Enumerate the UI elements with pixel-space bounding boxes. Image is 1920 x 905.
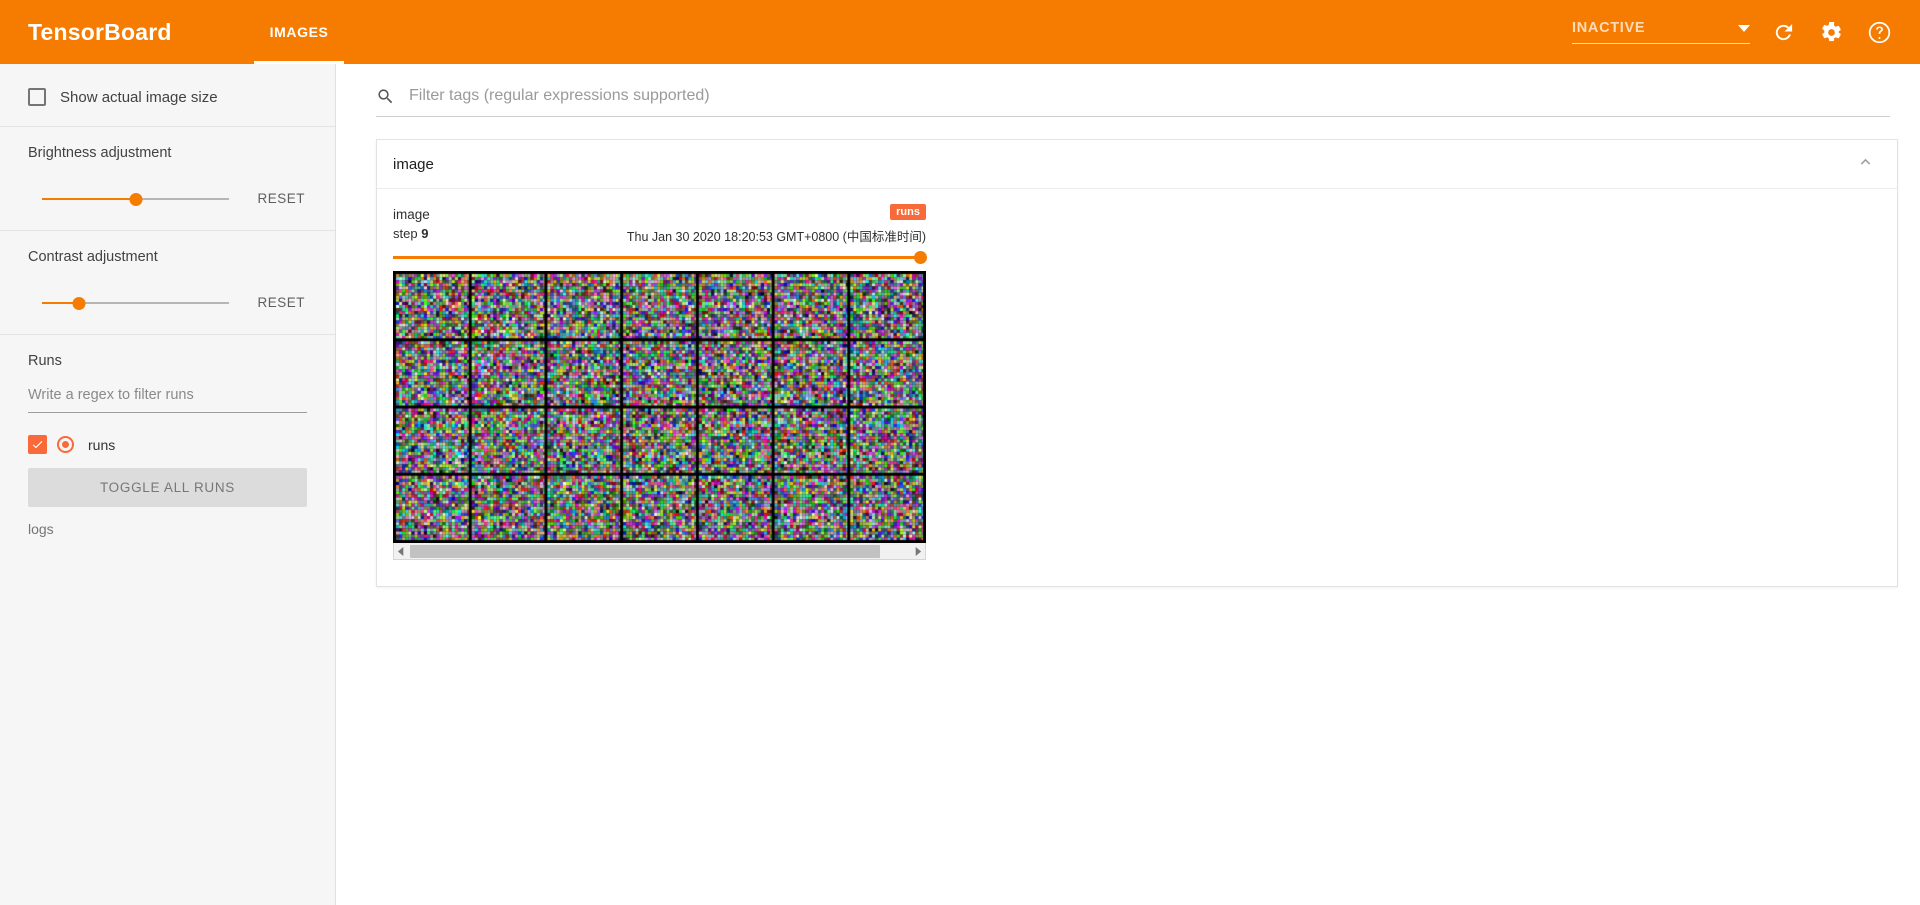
contrast-slider-thumb[interactable] xyxy=(72,296,86,310)
tag-filter-input[interactable] xyxy=(407,86,1890,106)
show-actual-image-size-toggle[interactable]: Show actual image size xyxy=(28,82,307,106)
settings-button[interactable] xyxy=(1816,17,1846,47)
step-word: step xyxy=(393,226,418,241)
brightness-reset-button[interactable]: RESET xyxy=(255,187,307,210)
search-icon xyxy=(378,88,393,103)
run-item-runs[interactable]: runs xyxy=(28,435,307,454)
image-step: step 9 xyxy=(393,226,428,241)
sidebar: Show actual image size Brightness adjust… xyxy=(0,64,336,905)
step-slider-track xyxy=(393,256,926,259)
header-actions: INACTIVE xyxy=(1572,17,1920,47)
gear-icon xyxy=(1821,21,1841,41)
tab-images-label: IMAGES xyxy=(269,24,329,40)
sidebar-section-contrast: Contrast adjustment RESET xyxy=(0,231,335,335)
checkbox-unchecked-icon xyxy=(28,88,46,106)
scroll-right-icon[interactable] xyxy=(910,546,925,556)
image-tile: image step 9 Thu Jan 30 2020 18:20:53 GM… xyxy=(393,204,927,560)
app-brand: TensorBoard xyxy=(28,18,172,45)
card-header[interactable]: image xyxy=(377,140,1897,189)
help-icon xyxy=(1868,21,1890,43)
chevron-up-icon[interactable] xyxy=(1856,152,1875,176)
chevron-down-icon xyxy=(1738,24,1750,32)
scrollbar-thumb[interactable] xyxy=(410,544,880,558)
contrast-slider[interactable] xyxy=(42,294,230,312)
tag-filter-bar xyxy=(376,86,1890,117)
run-item-label: runs xyxy=(88,436,116,453)
brightness-slider-thumb[interactable] xyxy=(129,192,143,206)
checkbox-checked-icon[interactable] xyxy=(28,435,47,454)
image-metadata: image step 9 Thu Jan 30 2020 18:20:53 GM… xyxy=(393,204,926,249)
app-header: TensorBoard IMAGES INACTIVE xyxy=(0,0,1920,64)
show-actual-image-size-label: Show actual image size xyxy=(60,88,218,106)
brightness-slider-row: RESET xyxy=(28,187,307,210)
run-color-radio-icon[interactable] xyxy=(57,436,74,453)
image-preview[interactable] xyxy=(393,271,926,543)
contrast-slider-row: RESET xyxy=(28,291,307,314)
image-tag-label: image xyxy=(393,207,430,222)
card-title: image xyxy=(393,155,434,173)
step-slider[interactable] xyxy=(393,251,927,265)
sidebar-section-brightness: Brightness adjustment RESET xyxy=(0,127,335,231)
brightness-label: Brightness adjustment xyxy=(28,145,172,161)
sidebar-section-image-size: Show actual image size xyxy=(0,64,335,127)
help-button[interactable] xyxy=(1864,17,1894,47)
refresh-icon xyxy=(1775,23,1792,40)
noise-image-canvas xyxy=(393,271,926,543)
app-body: Show actual image size Brightness adjust… xyxy=(0,64,1920,905)
logs-label: logs xyxy=(28,521,54,537)
runs-filter-input[interactable] xyxy=(28,383,307,413)
toggle-all-runs-button[interactable]: TOGGLE ALL RUNS xyxy=(28,468,307,507)
brightness-slider-fill xyxy=(42,197,136,200)
refresh-button[interactable] xyxy=(1768,17,1798,47)
image-timestamp: Thu Jan 30 2020 18:20:53 GMT+0800 (中国标准时… xyxy=(626,230,926,244)
run-state-selector[interactable]: INACTIVE xyxy=(1572,20,1750,44)
run-badge: runs xyxy=(890,204,926,220)
contrast-label: Contrast adjustment xyxy=(28,249,158,265)
image-horizontal-scrollbar[interactable] xyxy=(393,543,926,560)
brightness-slider[interactable] xyxy=(42,190,230,208)
nav-tabs: IMAGES xyxy=(253,0,345,64)
step-value: 9 xyxy=(421,226,429,241)
main-content: image image step 9 Thu Jan 30 2020 18:20… xyxy=(336,64,1920,905)
step-slider-thumb[interactable] xyxy=(914,251,927,264)
sidebar-section-runs: Runs runs TOGGLE ALL RUNS logs xyxy=(0,335,335,557)
scroll-left-icon[interactable] xyxy=(394,546,409,556)
run-state-value: INACTIVE xyxy=(1572,20,1646,36)
contrast-reset-button[interactable]: RESET xyxy=(255,291,307,314)
runs-section-title: Runs xyxy=(28,353,62,369)
tab-images[interactable]: IMAGES xyxy=(253,0,345,64)
image-dashboard-card: image image step 9 Thu Jan 30 2020 18:20… xyxy=(376,139,1898,587)
